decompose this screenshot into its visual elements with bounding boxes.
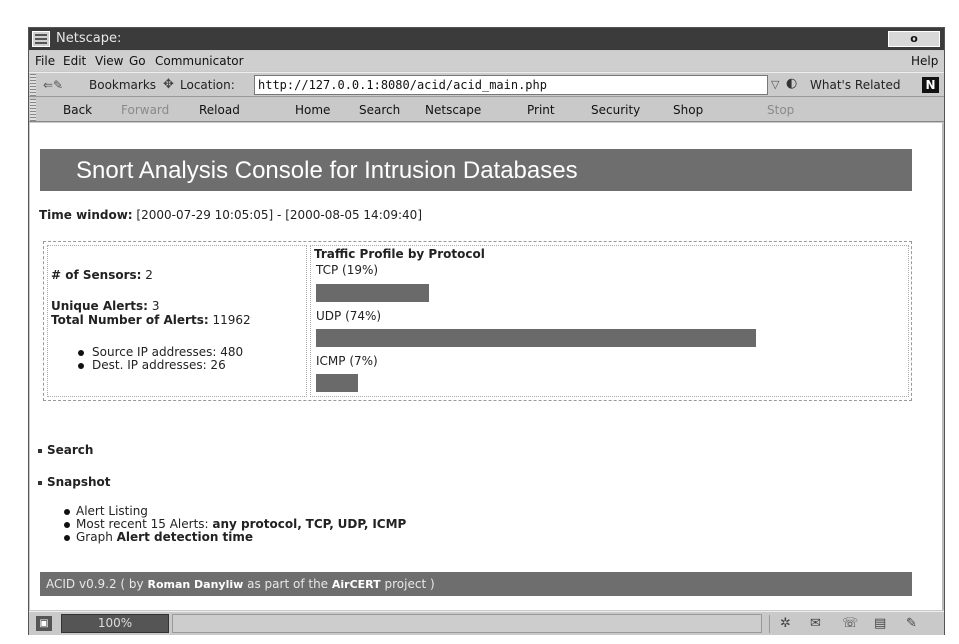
mail-icon[interactable]: ✉ (810, 616, 821, 631)
security-button[interactable]: Security (591, 103, 640, 117)
stats-panel: # of Sensors: 2 Unique Alerts: 3 Total N… (47, 245, 307, 397)
location-icon[interactable]: ✥ (163, 77, 174, 92)
total-alerts-stat: Total Number of Alerts: 11962 (51, 313, 251, 327)
back-button[interactable]: Back (63, 103, 92, 117)
alert-listing-link[interactable]: Alert Listing (76, 504, 148, 518)
security-lock-icon[interactable]: ▣ (36, 616, 52, 631)
menu-view[interactable]: View (95, 54, 123, 68)
composer-icon[interactable]: ▤ (874, 616, 886, 631)
tcp-bar[interactable] (316, 284, 429, 302)
footer-middle: as part of the (247, 577, 329, 591)
forward-button[interactable]: Forward (121, 103, 169, 117)
navigation-toolbar: Back Forward Reload Home Search Netscape… (29, 98, 944, 122)
window-title: Netscape: (56, 31, 122, 46)
icmp-label[interactable]: ICMP (7%) (316, 354, 378, 368)
unique-alerts-label[interactable]: Unique Alerts: (51, 299, 148, 313)
url-input[interactable]: http://127.0.0.1:8080/acid/acid_main.php (254, 75, 768, 95)
search-button[interactable]: Search (359, 103, 400, 117)
component-tray: ✲ ✉ ☏ ▤ ✎ (769, 615, 939, 633)
netscape-logo[interactable]: N (922, 77, 939, 93)
sensors-label[interactable]: # of Sensors: (51, 268, 141, 282)
navigator-icon[interactable]: ✲ (780, 616, 791, 631)
window-menu-icon[interactable] (32, 31, 50, 47)
graph-item: Graph Alert detection time (64, 531, 406, 544)
traffic-profile-panel: Traffic Profile by Protocol TCP (19%) UD… (310, 245, 909, 397)
summary-table: # of Sensors: 2 Unique Alerts: 3 Total N… (43, 241, 912, 401)
menu-bar: File Edit View Go Communicator Help (29, 51, 944, 71)
reload-button[interactable]: Reload (199, 103, 240, 117)
menu-edit[interactable]: Edit (63, 54, 86, 68)
ip-address-list: Source IP addresses: 480 Dest. IP addres… (78, 346, 243, 372)
page-content: Snort Analysis Console for Intrusion Dat… (30, 123, 943, 610)
status-message (172, 614, 762, 633)
menu-go[interactable]: Go (129, 54, 146, 68)
time-window-label: Time window: (39, 208, 133, 222)
snapshot-link[interactable]: Snapshot (47, 475, 111, 489)
total-alerts-label[interactable]: Total Number of Alerts: (51, 313, 209, 327)
udp-bar[interactable] (316, 329, 756, 347)
print-button[interactable]: Print (527, 103, 555, 117)
alert-detection-time-link[interactable]: Alert detection time (117, 530, 253, 544)
icmp-bar[interactable] (316, 374, 358, 392)
stop-button[interactable]: Stop (767, 103, 794, 117)
footer-prefix: ACID v0.9.2 ( by (46, 577, 144, 591)
recent-any-link[interactable]: any protocol, (212, 517, 301, 531)
menu-help[interactable]: Help (911, 54, 938, 68)
time-window: Time window: [2000-07-29 10:05:05] - [20… (39, 208, 422, 222)
toolbar-grip-icon[interactable] (30, 99, 36, 121)
whats-related-button[interactable]: What's Related (810, 78, 900, 92)
snapshot-link-row: Snapshot (38, 475, 111, 489)
search-link-row: Search (38, 443, 93, 457)
netscape-button[interactable]: Netscape (425, 103, 481, 117)
sensors-stat: # of Sensors: 2 (51, 268, 153, 282)
snapshot-list: Alert Listing Most recent 15 Alerts: any… (64, 505, 406, 544)
unique-alerts-value: 3 (151, 299, 160, 313)
window-close-button[interactable]: o (888, 31, 940, 47)
recent-udp-link[interactable]: UDP, (338, 517, 369, 531)
page-footer: ACID v0.9.2 ( by Roman Danyliw as part o… (40, 572, 912, 596)
whats-related-icon[interactable]: ◐ (786, 76, 797, 91)
location-label: Location: (180, 78, 235, 92)
location-toolbar: ⇐✎ Bookmarks ✥ Location: http://127.0.0.… (29, 72, 944, 97)
tcp-label[interactable]: TCP (19%) (316, 263, 378, 277)
bullet-icon (38, 480, 42, 485)
dest-ip-link[interactable]: Dest. IP addresses: 26 (78, 359, 243, 372)
traffic-profile-title: Traffic Profile by Protocol (314, 247, 485, 261)
graph-label: Graph (76, 530, 113, 544)
recent-icmp-link[interactable]: ICMP (372, 517, 406, 531)
recent-tcp-link[interactable]: TCP, (306, 517, 334, 531)
sensors-value: 2 (145, 268, 153, 282)
menu-file[interactable]: File (35, 54, 55, 68)
time-window-value: [2000-07-29 10:05:05] - [2000-08-05 14:0… (136, 208, 423, 222)
toolbar-grip-icon[interactable] (30, 74, 36, 96)
page-banner: Snort Analysis Console for Intrusion Dat… (40, 149, 912, 191)
bookmarks-icon[interactable]: ⇐✎ (43, 78, 63, 92)
aircert-link[interactable]: AirCERT (332, 578, 381, 591)
menu-communicator[interactable]: Communicator (155, 54, 244, 68)
browser-window: Netscape: o File Edit View Go Communicat… (28, 27, 945, 635)
udp-label[interactable]: UDP (74%) (316, 309, 381, 323)
edit-icon[interactable]: ✎ (906, 616, 917, 631)
content-edge (942, 123, 944, 610)
home-button[interactable]: Home (295, 103, 330, 117)
recent-alerts-label: Most recent 15 Alerts: (76, 517, 209, 531)
title-bar: Netscape: o (29, 28, 944, 50)
bookmarks-button[interactable]: Bookmarks (89, 78, 156, 92)
shop-button[interactable]: Shop (673, 103, 703, 117)
author-link[interactable]: Roman Danyliw (147, 578, 243, 591)
bullet-icon (38, 448, 42, 453)
search-link[interactable]: Search (47, 443, 93, 457)
footer-suffix: project ) (384, 577, 435, 591)
total-alerts-value: 11962 (212, 313, 251, 327)
unique-alerts-stat: Unique Alerts: 3 (51, 299, 159, 313)
status-bar: ▣ 100% ✲ ✉ ☏ ▤ ✎ (29, 611, 944, 635)
discussion-icon[interactable]: ☏ (842, 616, 858, 631)
progress-indicator: 100% (61, 614, 169, 633)
url-dropdown-icon[interactable]: ▽ (771, 78, 779, 91)
